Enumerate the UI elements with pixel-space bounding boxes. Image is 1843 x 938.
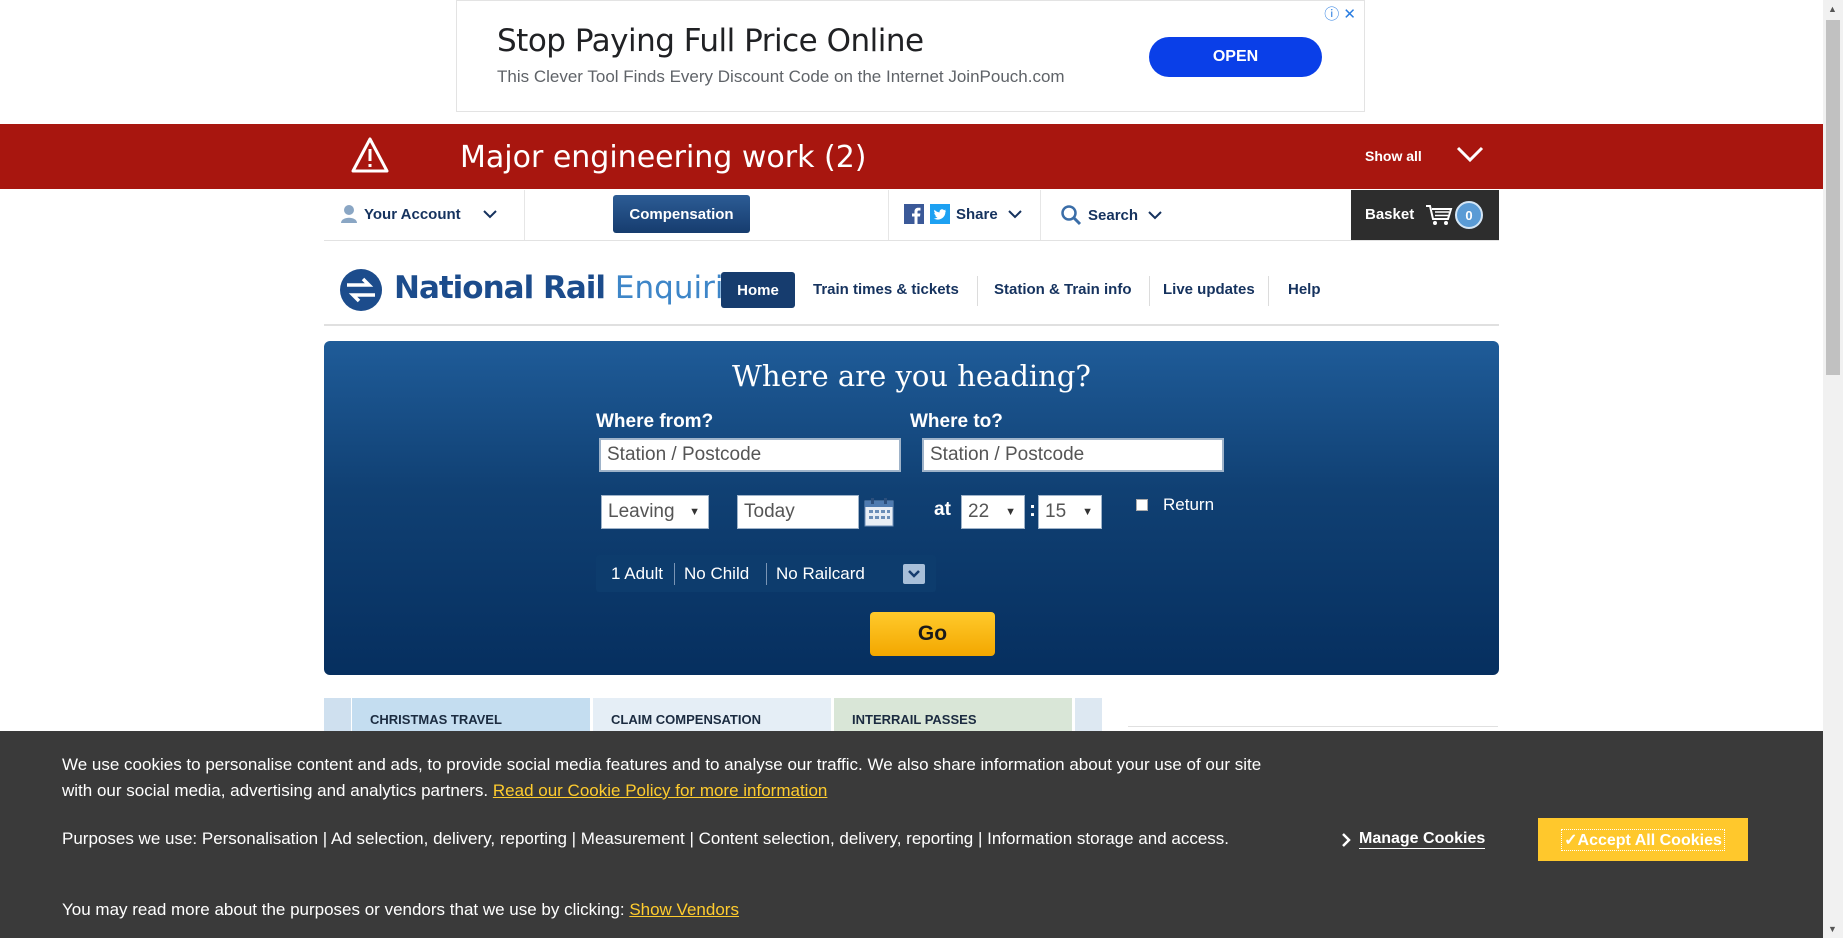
tile-edge xyxy=(324,698,351,733)
cart-icon xyxy=(1426,205,1453,225)
adult-count: 1 Adult xyxy=(611,564,663,583)
to-station-input[interactable]: Station / Postcode xyxy=(922,438,1224,472)
calendar-icon[interactable] xyxy=(863,496,895,528)
divider xyxy=(1268,276,1269,306)
chevron-down-icon xyxy=(482,210,497,219)
search-menu[interactable]: Search xyxy=(1060,204,1164,226)
basket-count-badge: 0 xyxy=(1455,201,1483,229)
tile-claim-compensation[interactable]: CLAIM COMPENSATION xyxy=(593,698,831,733)
page-scrollbar[interactable]: ▲ ▼ xyxy=(1823,0,1843,938)
dropdown-arrow-icon: ▼ xyxy=(1082,506,1093,518)
divider xyxy=(1040,190,1041,240)
return-label[interactable]: Return xyxy=(1163,495,1214,515)
child-count: No Child xyxy=(684,564,750,583)
site-logo-text[interactable]: National Rail Enquiries xyxy=(394,270,759,306)
hour-value: 22 xyxy=(968,501,990,522)
tile-interrail-passes[interactable]: INTERRAIL PASSES xyxy=(834,698,1072,733)
tile-edge xyxy=(1075,698,1102,733)
ad-open-button[interactable]: OPEN xyxy=(1149,37,1322,77)
search-label: Search xyxy=(1088,206,1139,224)
railcard: No Railcard xyxy=(776,564,865,583)
basket-button[interactable]: Basket 0 xyxy=(1351,190,1499,240)
divider xyxy=(674,563,675,585)
alert-title[interactable]: Major engineering work (2) xyxy=(460,140,867,175)
scroll-down-arrow-icon[interactable]: ▼ xyxy=(1828,924,1837,934)
national-rail-logo-icon[interactable] xyxy=(339,268,383,312)
warning-triangle-icon xyxy=(351,137,389,173)
nav-live-updates[interactable]: Live updates xyxy=(1163,281,1255,298)
nav-home[interactable]: Home xyxy=(721,272,795,308)
show-vendors-link[interactable]: Show Vendors xyxy=(629,900,739,919)
cookie-policy-link[interactable]: Read our Cookie Policy for more informat… xyxy=(493,781,827,800)
tile-christmas-label: CHRISTMAS TRAVEL xyxy=(370,712,502,727)
engineering-alert-bar[interactable]: Major engineering work (2) Show all xyxy=(0,124,1823,189)
planner-heading: Where are you heading? xyxy=(732,359,1091,393)
dropdown-arrow-icon: ▼ xyxy=(1005,506,1016,518)
nav-train-times-tickets[interactable]: Train times & tickets xyxy=(813,281,959,298)
ad-choices-icon[interactable]: ⓘ ✕ xyxy=(1324,3,1356,24)
minute-value: 15 xyxy=(1045,501,1067,522)
cookie-paragraph-3: You may read more about the purposes or … xyxy=(62,900,739,920)
nav-help[interactable]: Help xyxy=(1288,281,1321,298)
divider xyxy=(1149,276,1150,306)
minute-select[interactable]: 15 ▼ xyxy=(1038,495,1102,529)
facebook-icon xyxy=(904,204,924,224)
cookie-purposes-text: Purposes we use: Personalisation | Ad se… xyxy=(62,829,1230,848)
hour-select[interactable]: 22 ▼ xyxy=(961,495,1025,529)
ad-headline[interactable]: Stop Paying Full Price Online xyxy=(497,23,924,59)
dropdown-arrow-icon: ▼ xyxy=(689,506,700,518)
passengers-railcard-selector[interactable]: 1 Adult No Child No Railcard xyxy=(596,555,936,592)
chevron-right-icon xyxy=(1342,833,1351,847)
user-icon xyxy=(341,205,357,223)
chevron-down-icon xyxy=(1007,210,1022,219)
main-nav: National Rail Enquiries Home Train times… xyxy=(324,256,1499,326)
chevron-down-icon[interactable] xyxy=(903,564,925,584)
accept-all-cookies-button[interactable]: ✓Accept All Cookies xyxy=(1538,818,1748,861)
utility-bar: Your Account Compensation Share Search B… xyxy=(324,190,1499,241)
chevron-down-icon[interactable] xyxy=(1455,144,1485,164)
divider xyxy=(888,190,889,240)
journey-planner: Where are you heading? Where from? Where… xyxy=(324,341,1499,675)
twitter-icon xyxy=(930,204,950,224)
time-separator: : xyxy=(1029,498,1036,521)
go-button[interactable]: Go xyxy=(870,612,995,656)
divider xyxy=(977,276,978,306)
leaving-value: Leaving xyxy=(608,501,675,522)
tile-interrail-label: INTERRAIL PASSES xyxy=(852,712,977,727)
tile-compensation-label: CLAIM COMPENSATION xyxy=(611,712,761,727)
scroll-up-arrow-icon[interactable]: ▲ xyxy=(1828,4,1837,14)
scrollbar-thumb[interactable] xyxy=(1826,20,1840,375)
chevron-down-icon xyxy=(1148,211,1162,220)
ad-subtext[interactable]: This Clever Tool Finds Every Discount Co… xyxy=(497,67,1065,87)
logo-bold: National Rail xyxy=(394,270,606,306)
cookie-vendors-text: You may read more about the purposes or … xyxy=(62,900,625,919)
cookie-paragraph-1: We use cookies to personalise content an… xyxy=(62,752,1262,804)
compensation-button[interactable]: Compensation xyxy=(613,195,750,233)
share-label: Share xyxy=(956,205,998,223)
show-all-link[interactable]: Show all xyxy=(1365,148,1422,164)
from-label: Where from? xyxy=(596,411,714,432)
accept-label: ✓Accept All Cookies xyxy=(1561,828,1725,851)
search-icon xyxy=(1061,205,1082,226)
tile-christmas-travel[interactable]: CHRISTMAS TRAVEL xyxy=(352,698,590,733)
ad-banner[interactable]: Stop Paying Full Price Online This Cleve… xyxy=(456,0,1365,112)
basket-label: Basket xyxy=(1365,206,1415,223)
divider xyxy=(766,563,767,585)
manage-cookies-button[interactable]: Manage Cookies xyxy=(1359,830,1486,849)
nav-station-train-info[interactable]: Station & Train info xyxy=(994,281,1132,298)
your-account-label: Your Account xyxy=(364,205,461,223)
cookie-consent-banner: We use cookies to personalise content an… xyxy=(0,731,1823,938)
return-checkbox[interactable] xyxy=(1136,499,1148,511)
share-menu[interactable]: Share xyxy=(904,204,1024,224)
divider xyxy=(524,190,525,240)
date-input[interactable]: Today xyxy=(737,495,859,529)
to-label: Where to? xyxy=(910,411,1003,432)
at-label: at xyxy=(934,499,951,520)
your-account-menu[interactable]: Your Account xyxy=(340,204,499,224)
from-station-input[interactable]: Station / Postcode xyxy=(599,438,901,472)
leaving-select[interactable]: Leaving ▼ xyxy=(601,495,709,529)
